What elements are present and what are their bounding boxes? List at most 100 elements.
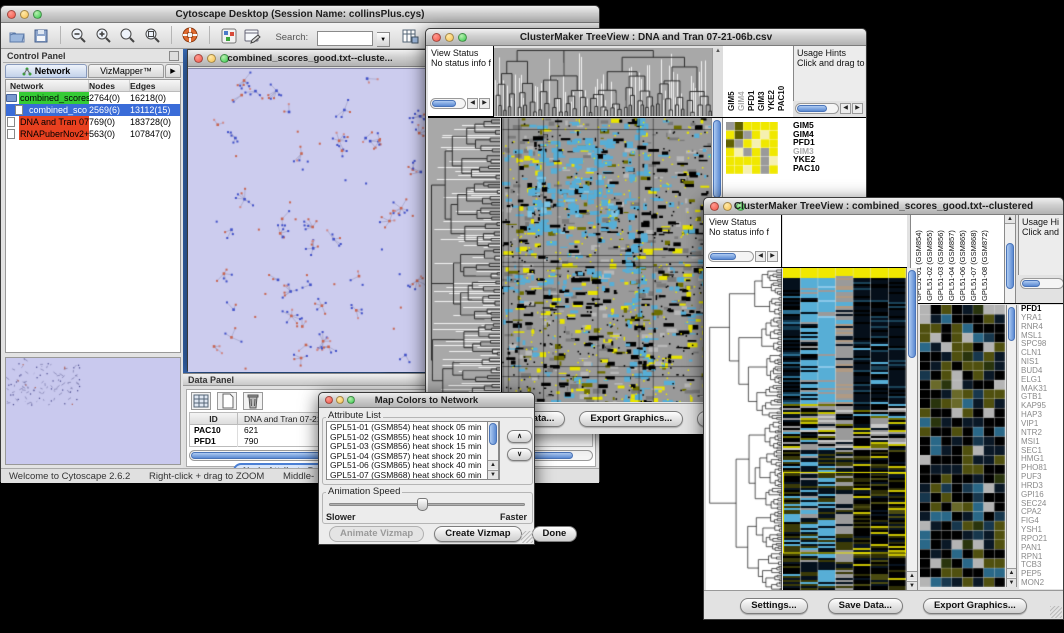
move-up-button[interactable]: ∧ [507, 430, 532, 443]
resize-grip[interactable] [1050, 606, 1062, 618]
col-header-nodes[interactable]: Nodes [89, 80, 130, 91]
tv2-column-label[interactable]: GPL51-04 (GSM857) [947, 217, 957, 301]
dialog-animate-vizmap-button[interactable]: Animate Vizmap [329, 526, 424, 542]
help-icon[interactable] [181, 27, 201, 45]
tv2-column-label[interactable]: GPL51-07 (GSM868) [969, 217, 979, 301]
tv2-zoom-heatmap[interactable] [920, 305, 1005, 587]
tv2-zoom-vscrollbar[interactable]: ▲ ▼ [1006, 305, 1017, 587]
save-icon[interactable] [31, 28, 51, 46]
tv2-column-label[interactable]: GPL51-03 (GSM856) [936, 217, 946, 301]
new-attribute-icon[interactable] [217, 392, 237, 410]
dialog-create-vizmap-button[interactable]: Create Vizmap [434, 526, 521, 542]
move-down-button[interactable]: ∨ [507, 448, 532, 461]
network-name: DNA and Tran 07 [19, 116, 89, 128]
network-list-row[interactable]: DNA and Tran 07769(0)183728(0) [6, 116, 180, 128]
dialog-done-button[interactable]: Done [532, 526, 578, 542]
open-icon[interactable] [7, 28, 27, 46]
scroll-right-icon[interactable]: ▶ [479, 98, 490, 109]
scroll-up-icon[interactable]: ▲ [907, 571, 917, 580]
tv2-heatmap-vscrollbar[interactable]: ▲ ▼ [906, 268, 918, 590]
network-list-row[interactable]: RNAPuberNov2+I563(0)107847(0) [6, 128, 180, 140]
speed-slider-thumb[interactable] [417, 498, 428, 511]
main-window-title: Cytoscape Desktop (Session Name: collins… [1, 6, 599, 23]
float-panel-icon[interactable] [169, 51, 179, 61]
delete-attribute-icon[interactable] [243, 392, 263, 410]
tab-overflow-button[interactable]: ▶ [165, 64, 181, 78]
annotation-icon[interactable] [243, 28, 263, 46]
tv1-column-label[interactable]: PFD1 [747, 53, 757, 111]
tv2-column-label[interactable]: GPL51-06 (GSM865) [958, 217, 968, 301]
network-edges-count: 107847(0) [130, 128, 180, 140]
node-attribute-icon[interactable] [219, 28, 239, 46]
tv2-column-label[interactable]: GPL51-08 (GSM872) [980, 217, 990, 301]
scroll-down-icon[interactable]: ▼ [488, 470, 498, 479]
zoom-out-icon[interactable] [69, 27, 89, 45]
scroll-up-icon[interactable]: ▲ [488, 460, 498, 469]
tv1-status-scrollbar[interactable]: ◀▶ [430, 98, 490, 109]
attribute-listbox[interactable]: GPL51-01 (GSM854) heat shock 05 minGPL51… [326, 421, 500, 480]
tv1-column-label[interactable]: GIM3 [757, 53, 767, 111]
tab-network[interactable]: Network [5, 64, 87, 78]
network-list-row[interactable]: combined_sco2569(6)13112(15) [6, 104, 180, 116]
tv1-column-dendrogram[interactable] [494, 48, 712, 116]
scroll-up-icon[interactable]: ▲ [1007, 568, 1016, 577]
zoom-selected-icon[interactable] [118, 27, 138, 45]
tv1-global-heatmap[interactable] [501, 118, 711, 402]
attribute-list-item[interactable]: GPL51-07 (GSM868) heat shock 60 min [327, 471, 487, 480]
search-input[interactable] [317, 31, 373, 46]
tv1-usage-scrollbar[interactable]: ◀▶ [795, 103, 863, 114]
tv2-export-graphics-button[interactable]: Export Graphics... [923, 598, 1027, 614]
resize-grip[interactable] [521, 531, 533, 543]
tv1-row-dendrogram[interactable] [428, 118, 500, 402]
network1-view[interactable] [188, 68, 432, 372]
scroll-down-icon[interactable]: ▼ [907, 581, 917, 590]
network1-title-bar[interactable]: combined_scores_good.txt--cluste... [188, 50, 432, 67]
gene-label[interactable]: MON2 [1021, 579, 1064, 588]
scroll-down-icon[interactable]: ▼ [1007, 578, 1016, 587]
tv1-column-label[interactable]: GIM4 [737, 53, 747, 111]
zoom-in-icon[interactable] [94, 27, 114, 45]
network-name: RNAPuberNov2+I [19, 128, 89, 140]
tv1-column-label[interactable]: GIM5 [727, 53, 737, 111]
tv2-column-label[interactable]: GPL51-02 (GSM855) [925, 217, 935, 301]
network-overview-thumbnail[interactable] [5, 357, 181, 465]
chevron-right-icon: ▶ [170, 67, 175, 75]
zoom-fit-icon[interactable] [143, 27, 163, 45]
tv2-row-dendrogram[interactable] [706, 268, 782, 590]
scroll-left-icon[interactable]: ◀ [467, 98, 478, 109]
tv2-usage-scrollbar[interactable] [1020, 278, 1064, 289]
scroll-left-icon[interactable]: ◀ [755, 251, 766, 262]
scroll-right-icon[interactable]: ▶ [852, 103, 863, 114]
main-title-bar[interactable]: Cytoscape Desktop (Session Name: collins… [1, 6, 599, 23]
attribute-list-vscrollbar[interactable]: ▲ ▼ [487, 422, 499, 479]
tab-vizmapper[interactable]: VizMapper™ [88, 64, 164, 78]
dialog-title-bar[interactable]: Map Colors to Network [319, 393, 534, 408]
scroll-left-icon[interactable]: ◀ [840, 103, 851, 114]
tv1-zoom-heatmap[interactable] [726, 122, 778, 174]
network-list-row[interactable]: combined_scores2764(0)16218(0) [6, 92, 180, 104]
network-name: combined_sco [28, 104, 89, 116]
treeview1-title-bar[interactable]: ClusterMaker TreeView : DNA and Tran 07-… [426, 29, 866, 46]
scroll-right-icon[interactable]: ▶ [767, 251, 778, 262]
attribute-grid-icon[interactable] [191, 392, 211, 410]
tv1-export-graphics-button[interactable]: Export Graphics... [579, 411, 683, 427]
tv2-settings-button[interactable]: Settings... [740, 598, 807, 614]
tv1-column-label[interactable]: YKE2 [767, 53, 777, 111]
tv2-global-heatmap[interactable] [783, 268, 906, 590]
tv2-labels-vscrollbar[interactable]: ▲ [1004, 215, 1016, 303]
tv2-column-dendrogram-space [783, 215, 907, 267]
tv2-save-data-button[interactable]: Save Data... [828, 598, 903, 614]
col-header-id[interactable]: ID [190, 413, 238, 424]
tv1-row-label[interactable]: PAC10 [793, 164, 820, 173]
col-header-edges[interactable]: Edges [130, 80, 180, 91]
scroll-up-icon[interactable]: ▲ [1005, 215, 1015, 224]
tv1-usage-hints-title: Usage Hints [794, 46, 865, 58]
tv2-status-scrollbar[interactable]: ◀▶ [708, 251, 778, 262]
search-dropdown-arrow[interactable]: ▼ [377, 32, 390, 47]
treeview2-title-bar[interactable]: ClusterMaker TreeView : combined_scores_… [704, 198, 1063, 215]
col-header-network[interactable]: Network [6, 80, 89, 91]
tv1-column-label[interactable]: PAC10 [777, 53, 787, 111]
attribute-table-icon[interactable] [401, 28, 421, 46]
tv1-mini-scroll-strip[interactable]: ▲ [712, 48, 723, 116]
status-zoom-hint: Right-click + drag to ZOOM [149, 471, 264, 482]
